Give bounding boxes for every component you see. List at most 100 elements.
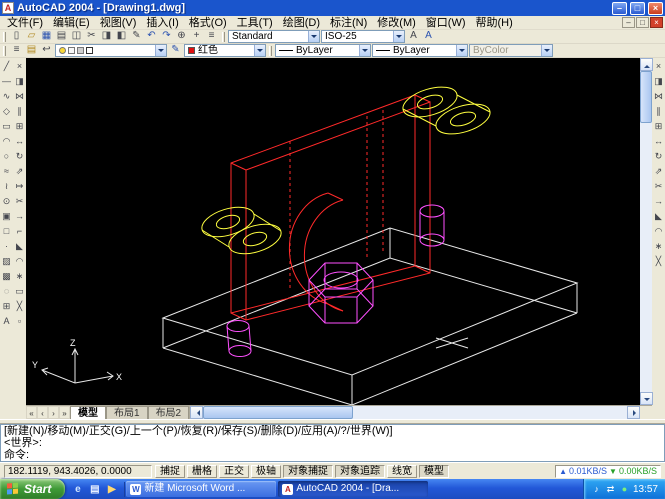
chamfer-icon[interactable]: ◣ [13,239,26,254]
spline-icon[interactable]: ≀ [0,179,13,194]
match-properties-icon[interactable]: ✎ [129,30,144,43]
toolbar-grip[interactable] [3,46,6,56]
vertical-scroll-thumb[interactable] [640,71,652,123]
taskbar-item-autocad[interactable]: A AutoCAD 2004 - [Dra... [278,481,428,497]
trim-icon[interactable]: ✂ [652,179,665,194]
modify-menu[interactable]: 修改(M) [372,16,421,30]
toolbar-grip[interactable] [269,46,272,56]
hatch-icon[interactable]: ▨ [0,254,13,269]
dropdown-arrow-icon[interactable] [155,45,166,56]
array-icon[interactable]: ⊞ [13,119,26,134]
extend-icon[interactable]: → [652,194,665,209]
rectangle-icon[interactable]: ▭ [0,119,13,134]
dim-style-icon[interactable]: A [421,30,436,43]
linetype-dropdown[interactable]: ByLayer [275,44,371,57]
snap-button[interactable]: 捕捉 [155,465,185,478]
style-dropdown[interactable]: Standard [228,30,320,43]
model-space-button[interactable]: 模型 [419,465,449,478]
show-desktop-icon[interactable]: ▤ [87,482,102,497]
dropdown-arrow-icon[interactable] [456,45,467,56]
close-button[interactable]: × [648,2,663,15]
region-icon[interactable]: ◌ [0,284,13,299]
dropdown-arrow-icon[interactable] [359,45,370,56]
maximize-button[interactable]: □ [630,2,645,15]
osnap-button[interactable]: 对象捕捉 [283,465,333,478]
copy-icon[interactable]: ◨ [99,30,114,43]
help-menu[interactable]: 帮助(H) [471,16,518,30]
drawing-canvas[interactable]: Z X Y [26,58,640,405]
dropdown-arrow-icon[interactable] [393,31,404,42]
mirror-icon[interactable]: ⋈ [13,89,26,104]
copy-object-icon[interactable]: ◨ [13,74,26,89]
break-icon[interactable]: ╳ [652,254,665,269]
tab-model[interactable]: 模型 [70,406,106,419]
gradient-icon[interactable]: ▩ [0,269,13,284]
dimension-menu[interactable]: 标注(N) [325,16,372,30]
volume-icon[interactable]: ♪ [591,484,602,495]
tab-layout2[interactable]: 布局2 [148,406,190,419]
divide-icon[interactable]: ╳ [13,299,26,314]
circle-icon[interactable]: ○ [0,149,13,164]
dropdown-arrow-icon[interactable] [254,45,265,56]
scale-icon[interactable]: ⇗ [652,164,665,179]
network-icon[interactable]: ⇄ [605,484,616,495]
make-object-layer-icon[interactable]: ✎ [168,44,183,57]
undo-icon[interactable]: ↶ [144,30,159,43]
move-icon[interactable]: ↔ [652,134,665,149]
tab-next-button[interactable]: › [48,406,59,419]
array-icon[interactable]: ⊞ [652,119,665,134]
line-icon[interactable]: ╱ [0,59,13,74]
tab-last-button[interactable]: » [59,406,70,419]
otrack-button[interactable]: 对象追踪 [335,465,385,478]
format-menu[interactable]: 格式(O) [184,16,232,30]
cut-icon[interactable]: ✂ [84,30,99,43]
join-icon[interactable]: ▭ [13,284,26,299]
polyline-icon[interactable]: ∿ [0,89,13,104]
point-icon[interactable]: · [0,239,13,254]
layer-properties-icon[interactable]: ≡ [9,44,24,57]
layers-icon[interactable]: ▤ [24,44,39,57]
offset-icon[interactable]: ∥ [652,104,665,119]
offset-icon[interactable]: ∥ [13,104,26,119]
mirror-icon[interactable]: ⋈ [652,89,665,104]
rotate-icon[interactable]: ↻ [652,149,665,164]
stretch-icon[interactable]: ↦ [13,179,26,194]
fillet-icon[interactable]: ◠ [652,224,665,239]
edit-menu[interactable]: 编辑(E) [48,16,95,30]
scroll-down-icon[interactable] [640,392,653,405]
break-icon[interactable]: ⌐ [13,224,26,239]
arc-icon[interactable]: ◠ [0,134,13,149]
rotate-icon[interactable]: ↻ [13,149,26,164]
minimize-button[interactable]: – [612,2,627,15]
vertical-scrollbar[interactable] [640,58,652,419]
mtext-icon[interactable]: A [0,314,13,329]
trim-icon[interactable]: ✂ [13,194,26,209]
lineweight-button[interactable]: 线宽 [387,465,417,478]
tab-layout1[interactable]: 布局1 [106,406,148,419]
tools-menu[interactable]: 工具(T) [232,16,278,30]
insert-block-icon[interactable]: ▣ [0,209,13,224]
scale-icon[interactable]: ⇗ [13,164,26,179]
mdi-restore-button[interactable]: □ [636,17,649,28]
horizontal-scroll-thumb[interactable] [203,406,353,419]
horizontal-scrollbar[interactable] [189,406,640,419]
internet-explorer-icon[interactable]: e [70,482,85,497]
start-button[interactable]: Start [0,479,65,499]
construction-line-icon[interactable]: — [0,74,13,89]
taskbar-item-word[interactable]: W 新建 Microsoft Word ... [126,481,276,497]
paste-icon[interactable]: ◧ [114,30,129,43]
polar-button[interactable]: 极轴 [251,465,281,478]
window-menu[interactable]: 窗口(W) [421,16,471,30]
mdi-close-button[interactable]: × [650,17,663,28]
new-icon[interactable]: ▯ [9,30,24,43]
dimstyle-dropdown[interactable]: ISO-25 [321,30,405,43]
scroll-right-icon[interactable] [627,406,640,419]
layer-previous-icon[interactable]: ↩ [39,44,54,57]
lineweight-dropdown[interactable]: ByLayer [372,44,468,57]
revision-cloud-icon[interactable]: ≈ [0,164,13,179]
media-player-icon[interactable]: ▶ [104,482,119,497]
dropdown-arrow-icon[interactable] [308,31,319,42]
command-prompt[interactable]: 命令: [4,449,661,461]
fillet-icon[interactable]: ◠ [13,254,26,269]
command-line-window[interactable]: [新建(N)/移动(M)/正交(G)/上一个(P)/恢复(R)/保存(S)/删除… [0,424,665,462]
